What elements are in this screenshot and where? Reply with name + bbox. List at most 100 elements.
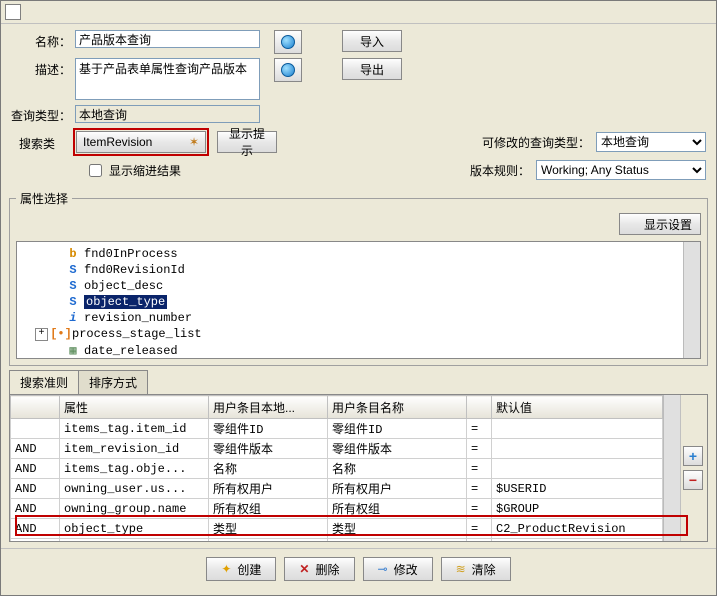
table-cell[interactable] — [11, 419, 60, 439]
tree-item[interactable]: ▦date_released — [19, 342, 698, 359]
table-cell[interactable]: Form:IMAN_mast... — [60, 539, 209, 542]
table-cell[interactable] — [492, 539, 663, 542]
col-header[interactable]: 属性 — [60, 396, 209, 419]
table-cell[interactable]: items_tag.obje... — [60, 459, 209, 479]
tree-item[interactable]: Sobject_type — [19, 294, 698, 310]
type-icon: S — [66, 279, 80, 293]
add-row-button[interactable]: + — [683, 446, 703, 466]
import-button[interactable]: 导入 — [342, 30, 402, 52]
table-cell[interactable]: owning_user.us... — [60, 479, 209, 499]
table-row[interactable]: ANDowning_group.name所有权组所有权组=$GROUP — [11, 499, 663, 519]
table-row[interactable]: ANDitem_revision_id零组件版本零组件版本= — [11, 439, 663, 459]
table-cell[interactable]: $USERID — [492, 479, 663, 499]
querytype-label: 查询类型： — [11, 104, 75, 124]
tree-label: object_type — [84, 295, 167, 309]
delete-button[interactable]: ✕删除 — [284, 557, 354, 581]
table-cell[interactable]: = — [467, 539, 492, 542]
table-row[interactable]: ANDitems_tag.obje...名称名称= — [11, 459, 663, 479]
table-cell[interactable]: items_tag.item_id — [60, 419, 209, 439]
table-cell[interactable]: 零组件版本 — [328, 439, 467, 459]
table-cell[interactable]: C2_ProductRevision — [492, 519, 663, 539]
globe-icon — [281, 35, 295, 49]
table-cell[interactable]: = — [467, 419, 492, 439]
searchclass-picker[interactable]: ItemRevision ✶ — [76, 131, 206, 153]
bottom-toolbar: ✦创建 ✕删除 ⊸修改 ≋清除 — [1, 548, 716, 589]
show-indent-checkbox[interactable]: 显示缩进结果 — [85, 161, 181, 180]
display-settings-button[interactable]: 显示设置 — [619, 213, 701, 235]
broom-icon: ≋ — [456, 562, 466, 576]
table-cell[interactable]: AND — [11, 519, 60, 539]
table-cell[interactable]: 所有权组 — [328, 499, 467, 519]
table-cell[interactable]: 类型 — [328, 519, 467, 539]
table-cell[interactable]: object_type — [60, 519, 209, 539]
tree-item[interactable]: Sfnd0RevisionId — [19, 262, 698, 278]
tree-scrollbar[interactable] — [683, 242, 700, 358]
create-button[interactable]: ✦创建 — [206, 557, 276, 581]
col-header[interactable]: 用户条目名称 — [328, 396, 467, 419]
table-cell[interactable]: 所有权用户 — [328, 479, 467, 499]
table-cell[interactable] — [492, 459, 663, 479]
star-icon: ✦ — [221, 562, 231, 576]
modify-button[interactable]: ⊸修改 — [363, 557, 433, 581]
globe-icon-button-2[interactable] — [274, 58, 302, 82]
table-cell[interactable]: 项目名称 — [209, 539, 328, 542]
tree-item[interactable]: +[•]process_stage_list — [19, 326, 698, 342]
col-header[interactable] — [11, 396, 60, 419]
tree-item[interactable]: bfnd0InProcess — [19, 246, 698, 262]
desc-textarea[interactable] — [75, 58, 260, 100]
col-header[interactable]: 默认值 — [492, 396, 663, 419]
globe-icon-button[interactable] — [274, 30, 302, 54]
table-cell[interactable]: $GROUP — [492, 499, 663, 519]
tree-item[interactable]: irevision_number — [19, 310, 698, 326]
tree-item[interactable]: Sobject_desc — [19, 278, 698, 294]
type-icon: ▦ — [66, 343, 80, 358]
table-cell[interactable]: 零组件ID — [209, 419, 328, 439]
table-cell[interactable]: AND — [11, 459, 60, 479]
table-cell[interactable]: AND — [11, 539, 60, 542]
mod-querytype-select[interactable]: 本地查询 — [596, 132, 706, 152]
table-cell[interactable]: 零组件版本 — [209, 439, 328, 459]
name-input[interactable] — [75, 30, 260, 48]
tab-sort[interactable]: 排序方式 — [78, 370, 148, 394]
col-header[interactable] — [467, 396, 492, 419]
table-cell[interactable]: = — [467, 519, 492, 539]
table-cell[interactable]: AND — [11, 479, 60, 499]
table-cell[interactable] — [492, 439, 663, 459]
picker-icon: ✶ — [189, 135, 199, 149]
tab-criteria[interactable]: 搜索准则 — [9, 370, 79, 394]
form-area: 名称： 导入 描述： 导出 查询类型： 搜索类 ItemRe — [1, 24, 716, 186]
table-cell[interactable]: AND — [11, 499, 60, 519]
col-header[interactable]: 用户条目本地... — [209, 396, 328, 419]
table-cell[interactable]: item_revision_id — [60, 439, 209, 459]
table-row[interactable]: items_tag.item_id零组件ID零组件ID= — [11, 419, 663, 439]
table-cell[interactable]: 零组件ID — [328, 419, 467, 439]
table-cell[interactable]: = — [467, 439, 492, 459]
attribute-tree[interactable]: bfnd0InProcessSfnd0RevisionIdSobject_des… — [16, 241, 701, 359]
table-cell[interactable]: 所有权用户 — [209, 479, 328, 499]
table-cell[interactable] — [492, 419, 663, 439]
remove-row-button[interactable]: − — [683, 470, 703, 490]
criteria-table[interactable]: 属性用户条目本地...用户条目名称默认值items_tag.item_id零组件… — [10, 395, 663, 541]
table-cell[interactable]: 类型 — [209, 519, 328, 539]
export-button[interactable]: 导出 — [342, 58, 402, 80]
attr-select-legend: 属性选择 — [16, 190, 72, 207]
table-cell[interactable]: = — [467, 499, 492, 519]
expand-icon[interactable]: + — [35, 328, 48, 341]
table-cell[interactable]: 名称 — [328, 459, 467, 479]
table-scrollbar[interactable] — [663, 395, 680, 541]
table-cell[interactable]: owning_group.name — [60, 499, 209, 519]
clear-button[interactable]: ≋清除 — [441, 557, 511, 581]
table-row[interactable]: ANDowning_user.us...所有权用户所有权用户=$USERID — [11, 479, 663, 499]
table-row[interactable]: ANDForm:IMAN_mast...项目名称项目名称= — [11, 539, 663, 542]
table-cell[interactable]: 所有权组 — [209, 499, 328, 519]
table-cell[interactable]: 名称 — [209, 459, 328, 479]
table-cell[interactable]: = — [467, 479, 492, 499]
show-indent-input[interactable] — [89, 164, 102, 177]
table-row[interactable]: ANDobject_type类型类型=C2_ProductRevision — [11, 519, 663, 539]
table-cell[interactable]: = — [467, 459, 492, 479]
show-hint-button[interactable]: 显示提示 — [217, 131, 277, 153]
version-rule-select[interactable]: Working; Any Status — [536, 160, 706, 180]
table-cell[interactable]: 项目名称 — [328, 539, 467, 542]
searchclass-highlight: ItemRevision ✶ — [73, 128, 209, 156]
table-cell[interactable]: AND — [11, 439, 60, 459]
